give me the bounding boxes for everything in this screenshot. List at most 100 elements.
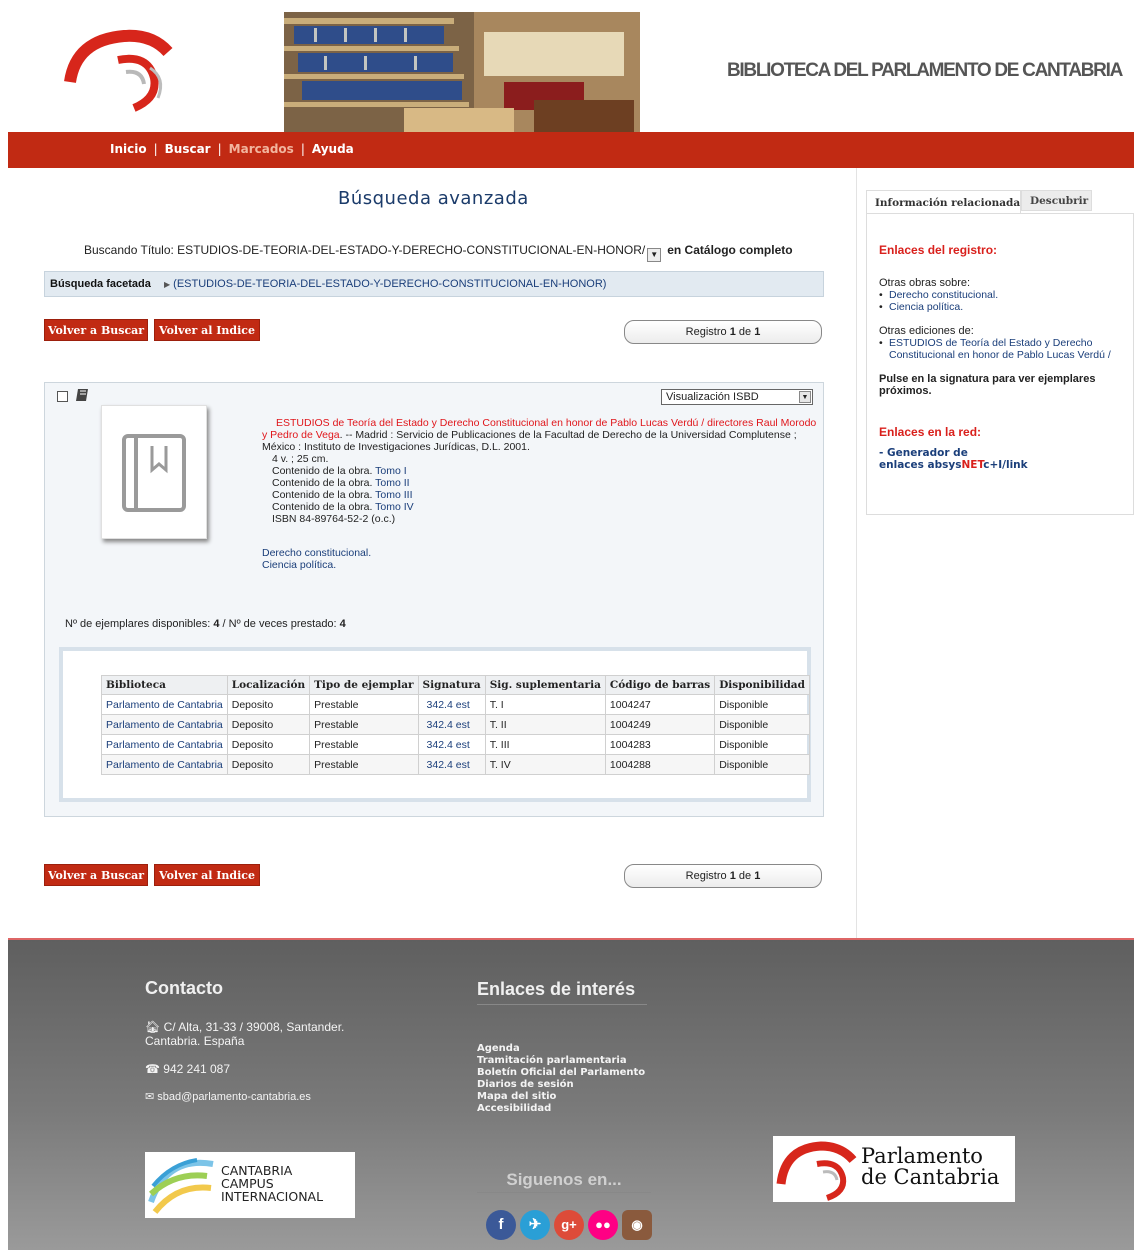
contact-phone: ☎ 942 241 087 [145,1062,230,1076]
cell-signature-link[interactable]: 342.4 est [417,754,486,775]
col-codigo: Código de barras [604,675,716,695]
cell: Disponible [714,754,810,775]
record-publication: . -- Madrid : Servicio de Publicaciones … [262,429,797,453]
footer-link[interactable]: Agenda [477,1043,645,1055]
footer-link[interactable]: Mapa del sitio [477,1091,645,1103]
cell: Disponible [714,694,810,715]
content-label: Contenido de la obra. [272,489,373,501]
back-to-index-button[interactable]: Volver al Indice [154,319,260,341]
parliament-logo[interactable] [62,26,178,112]
cell-library-link[interactable]: Parlamento de Cantabria [101,694,228,715]
cell: 1004283 [604,734,716,755]
other-edition-link[interactable]: ESTUDIOS de Teoría del Estado y Derecho … [879,337,1121,361]
envelope-icon: ✉ [145,1091,155,1103]
loaned-label: Nº de veces prestado: [228,618,337,630]
search-field-value: Título: ESTUDIOS-DE-TEORIA-DEL-ESTADO-Y-… [140,243,646,257]
cell-library-link[interactable]: Parlamento de Cantabria [101,714,228,735]
contact-email[interactable]: ✉ sbad@parlamento-cantabria.es [145,1090,311,1104]
mark-record-checkbox[interactable] [57,391,68,402]
col-tipo: Tipo de ejemplar [309,675,419,695]
nav-separator: | [300,142,305,156]
campus-internacional-logo[interactable]: CANTABRIA CAMPUS INTERNACIONAL [145,1152,355,1218]
cell: Prestable [309,734,419,755]
view-format-select[interactable]: Visualización ISBD ▼ [661,389,813,405]
twitter-icon[interactable]: ✈ [520,1210,550,1240]
footer: Contacto 🏠︎ C/ Alta, 31-33 / 39008, Sant… [8,938,1134,1250]
table-row: Parlamento de Cantabria Deposito Prestab… [101,734,810,755]
subject-link[interactable]: Ciencia política. [262,559,822,571]
nav-separator: | [217,142,222,156]
subject-link[interactable]: Derecho constitucional. [262,547,822,559]
table-row: Parlamento de Cantabria Deposito Prestab… [101,754,810,775]
back-to-search-button[interactable]: Volver a Buscar [44,319,148,341]
header: BIBLIOTECA DEL PARLAMENTO DE CANTABRIA [0,0,1134,132]
other-editions-list: ESTUDIOS de Teoría del Estado y Derecho … [879,337,1121,361]
facet-link[interactable]: (ESTUDIOS-DE-TEORIA-DEL-ESTADO-Y-DERECHO… [173,278,606,290]
content-label: Contenido de la obra. [272,465,373,477]
cell-signature-link[interactable]: 342.4 est [417,694,486,715]
contact-heading: Contacto [145,978,223,998]
generator-text: enlaces absys [879,459,962,471]
generator-net: NET [961,459,984,471]
view-format-value: Visualización ISBD [666,391,759,403]
other-work-link[interactable]: Ciencia política. [879,301,1121,313]
nav-buscar[interactable]: Buscar [165,142,211,156]
link-generator[interactable]: - Generador de enlaces absysNETc+I/link [879,447,1121,471]
cell: Deposito [226,754,311,775]
parlamento-logo[interactable]: Parlamento de Cantabria [773,1136,1015,1202]
record-content-row: Contenido de la obra. Tomo IV [262,501,822,513]
other-work-link[interactable]: Derecho constitucional. [879,289,1121,301]
search-field-dropdown[interactable]: ▼ [647,248,662,262]
facebook-icon[interactable]: f [486,1210,516,1240]
cell-library-link[interactable]: Parlamento de Cantabria [101,754,228,775]
tab-informacion-relacionada[interactable]: Información relacionada [866,190,1021,214]
content-link[interactable]: Tomo IV [375,501,414,513]
sidebar-panel: Enlaces del registro: Otras obras sobre:… [866,213,1134,515]
content-link[interactable]: Tomo I [375,465,407,477]
cell-signature-link[interactable]: 342.4 est [417,734,486,755]
generator-line1: - Generador de [879,447,968,459]
record-counter-prefix: Registro [685,326,727,338]
content-link[interactable]: Tomo III [375,489,412,501]
facet-arrow-icon: ▶ [163,280,171,289]
main-nav: Inicio | Buscar | Marcados | Ayuda [8,132,1134,168]
nav-ayuda[interactable]: Ayuda [312,142,354,156]
cell: Deposito [226,734,311,755]
other-works-label: Otras obras sobre: [879,277,971,289]
back-to-search-button-bottom[interactable]: Volver a Buscar [44,864,148,886]
cell-library-link[interactable]: Parlamento de Cantabria [101,734,228,755]
back-to-index-button-bottom[interactable]: Volver al Indice [154,864,260,886]
google-plus-icon[interactable]: g+ [554,1210,584,1240]
content-label: Contenido de la obra. [272,477,373,489]
search-prefix: Buscando [84,243,138,257]
cell-signature-link[interactable]: 342.4 est [417,714,486,735]
record-content-row: Contenido de la obra. Tomo III [262,489,822,501]
nav-marcados[interactable]: Marcados [229,142,294,156]
tab-descubrir[interactable]: Descubrir [1021,190,1092,211]
footer-link[interactable]: Diarios de sesión [477,1079,645,1091]
campus-line: INTERNACIONAL [221,1189,324,1204]
instagram-icon[interactable]: ◉ [622,1210,652,1240]
other-editions-label: Otras ediciones de: [879,325,974,337]
record-counter: Registro 1 de 1 [624,320,822,344]
summary-separator: / [222,618,226,630]
footer-link[interactable]: Tramitación parlamentaria [477,1055,645,1067]
footer-link[interactable]: Accesibilidad [477,1103,645,1115]
content-link[interactable]: Tomo II [375,477,409,489]
record-isbn: ISBN 84-89764-52-2 (o.c.) [272,513,396,525]
flickr-icon[interactable]: ●● [588,1210,618,1240]
record-current: 1 [729,326,736,338]
cell: Deposito [226,694,311,715]
page-title: Búsqueda avanzada [338,188,529,209]
email-text: sbad@parlamento-cantabria.es [157,1091,311,1103]
facet-label: Búsqueda facetada [50,278,151,290]
phone-icon: ☎ [145,1062,160,1076]
cell: T. III [484,734,606,755]
nav-separator: | [153,142,158,156]
cell: Disponible [714,734,810,755]
cell: T. IV [484,754,606,775]
loaned-count: 4 [339,618,346,630]
col-sig-suplementaria: Sig. suplementaria [484,675,606,695]
footer-link[interactable]: Boletín Oficial del Parlamento [477,1067,645,1079]
nav-inicio[interactable]: Inicio [110,142,147,156]
